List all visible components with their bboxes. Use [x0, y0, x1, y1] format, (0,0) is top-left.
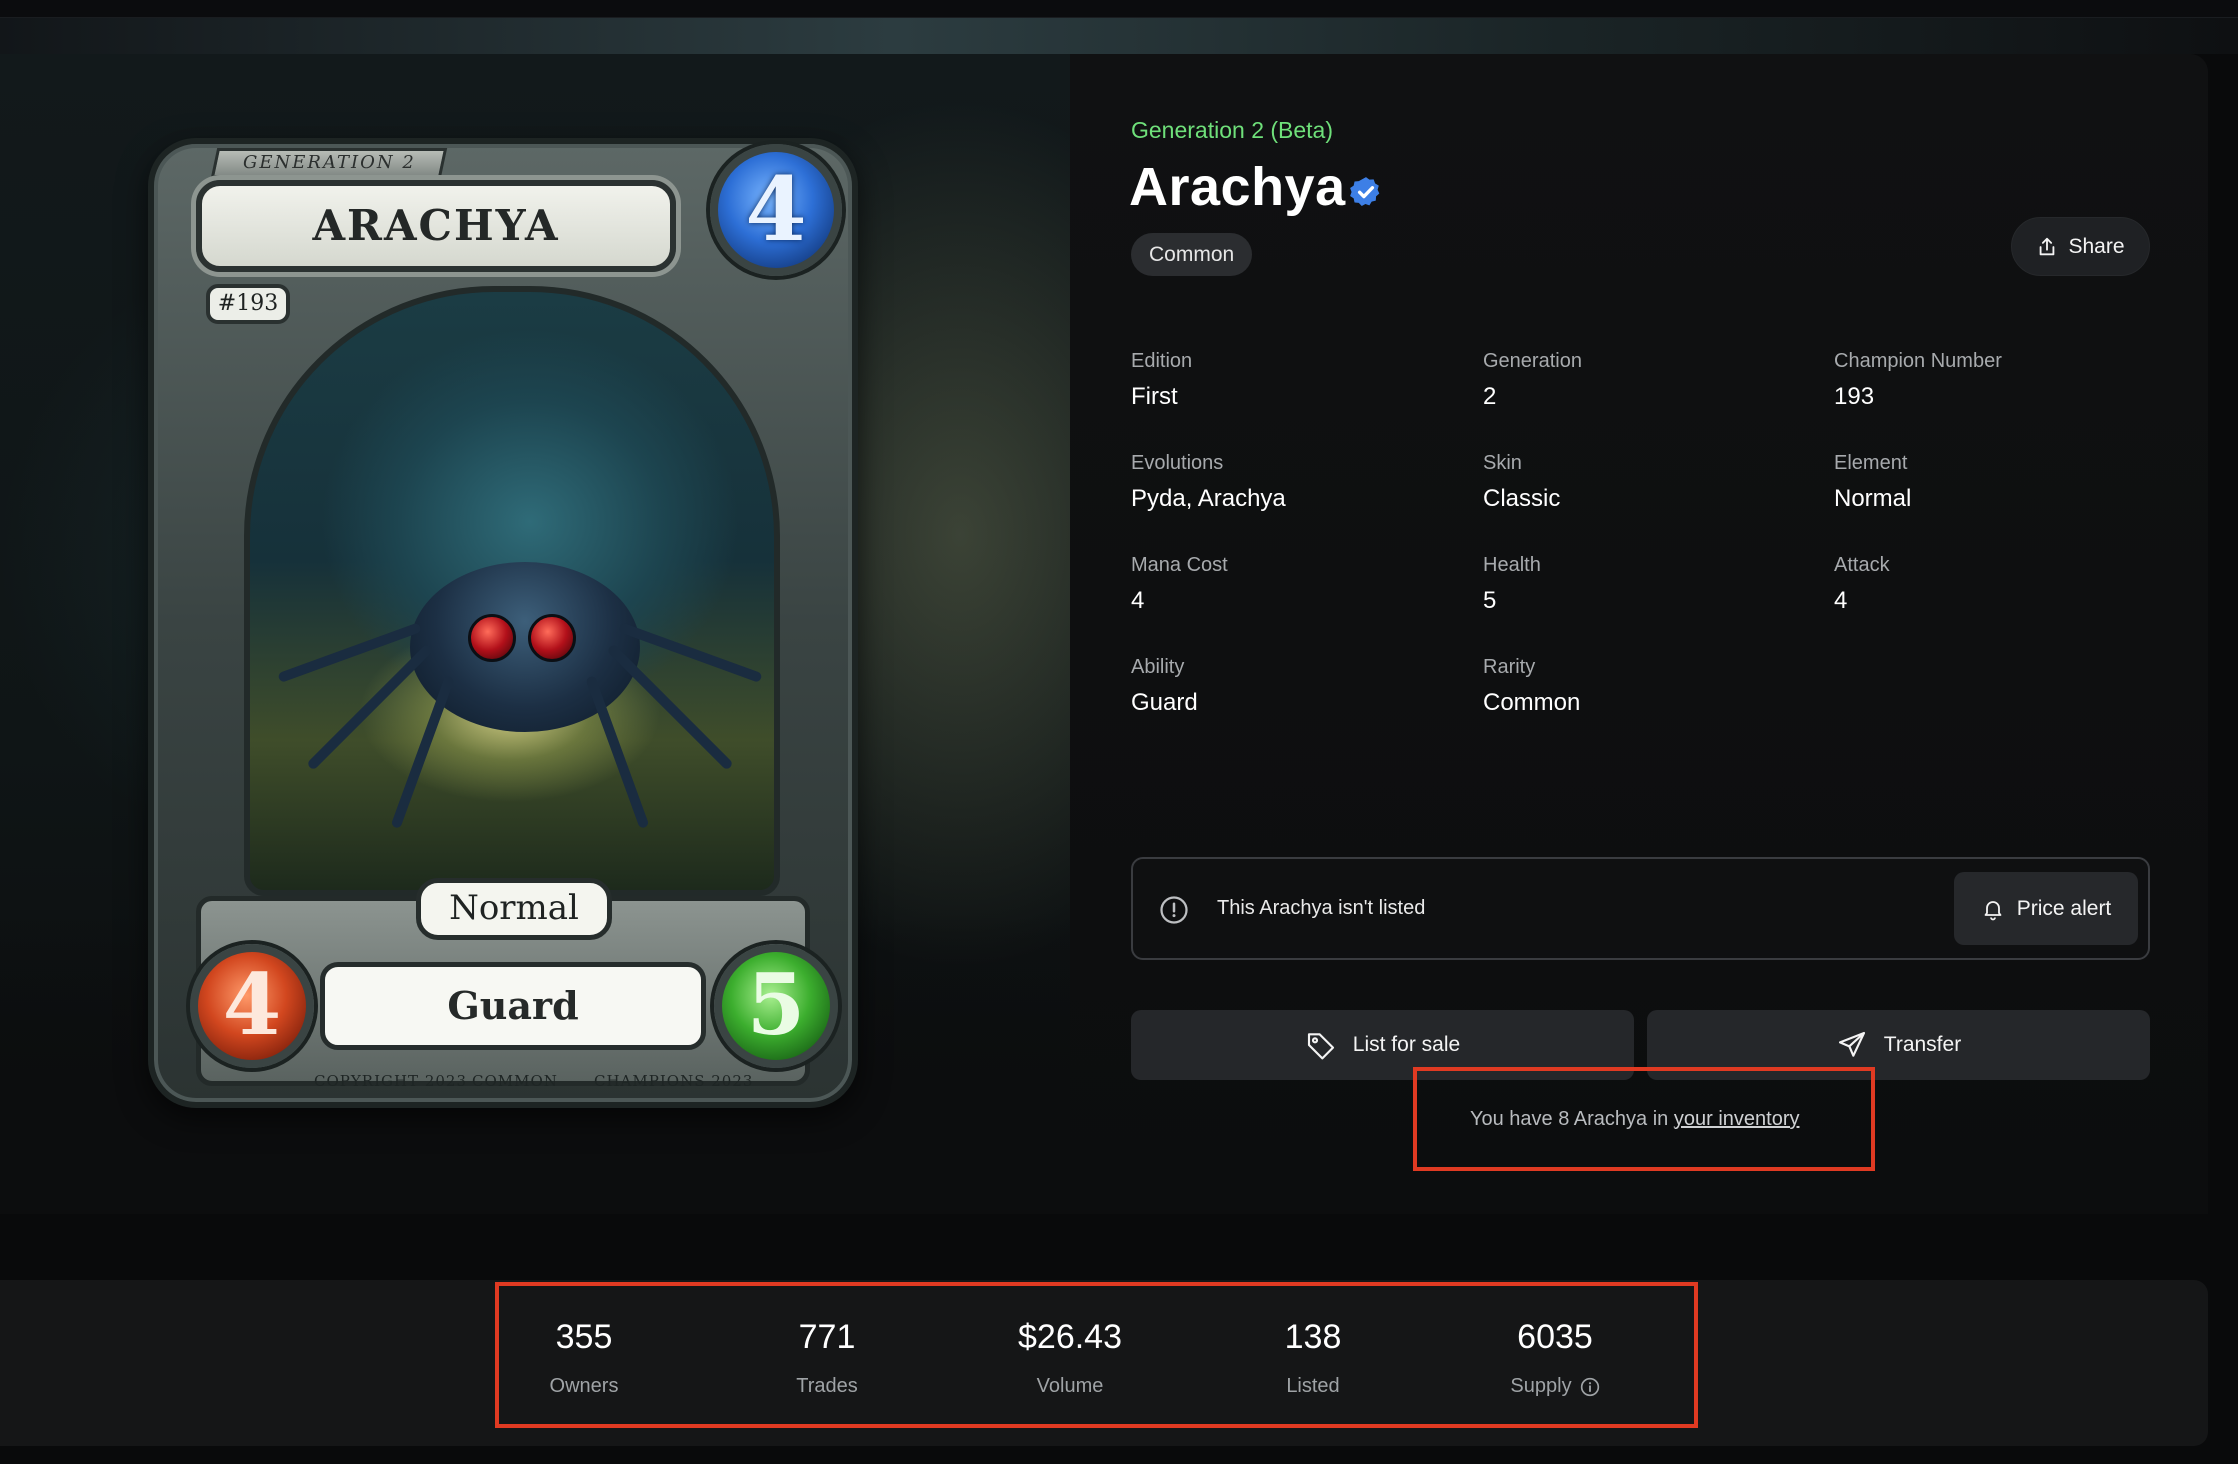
highlight-box: [495, 1282, 1698, 1428]
attr-label: Generation: [1483, 350, 1582, 372]
highlight-box: [1413, 1067, 1875, 1171]
card-artwork: [244, 286, 780, 896]
attr-value: 4: [1834, 587, 1848, 614]
card-mana-gem: 4: [710, 144, 842, 276]
attr-label: Element: [1834, 452, 1908, 474]
attr-label: Evolutions: [1131, 452, 1224, 474]
spider-leg: [585, 675, 650, 830]
attr-value: Classic: [1483, 485, 1561, 512]
spider-eye: [528, 614, 576, 662]
not-listed-message: This Arachya isn't listed: [1217, 897, 1426, 919]
attr-mana-cost: Mana Cost 4: [1131, 554, 1228, 615]
card-rarity-footer: COMMON: [472, 1072, 558, 1090]
page-title: Arachya: [1129, 157, 1346, 217]
card-copyright: COPYRIGHT 2023: [314, 1072, 467, 1090]
bell-icon: [1984, 900, 2002, 920]
attr-generation: Generation 2: [1483, 350, 1582, 411]
attr-value: 2: [1483, 383, 1497, 410]
top-bar: [0, 0, 2238, 18]
share-label: Share: [2068, 234, 2125, 258]
top-glow-strip: [0, 18, 2238, 54]
attr-label: Attack: [1834, 554, 1890, 576]
attr-champion-number: Champion Number 193: [1834, 350, 2002, 411]
attr-label: Rarity: [1483, 656, 1536, 678]
attr-ability: Ability Guard: [1131, 656, 1198, 717]
attr-label: Mana Cost: [1131, 554, 1228, 576]
attr-value: Common: [1483, 689, 1581, 716]
attr-value: 5: [1483, 587, 1497, 614]
card-element-type: Normal: [416, 878, 612, 940]
listing-status-box: This Arachya isn't listed Price alert: [1131, 857, 2150, 960]
attr-label: Ability: [1131, 656, 1185, 678]
share-icon: [2040, 237, 2055, 255]
attr-label: Edition: [1131, 350, 1193, 372]
attr-evolutions: Evolutions Pyda, Arachya: [1131, 452, 1286, 513]
price-alert-label: Price alert: [2016, 896, 2112, 920]
info-icon: [1160, 896, 1188, 924]
attr-rarity: Rarity Common: [1483, 656, 1580, 717]
attr-attack: Attack 4: [1834, 554, 1890, 615]
card-generation-banner: GENERATION 2: [210, 148, 448, 178]
attr-value: Normal: [1834, 485, 1912, 512]
attr-value: 4: [1131, 587, 1145, 614]
verified-badge-icon: [1350, 177, 1380, 207]
card-health-gem: 5: [714, 944, 838, 1068]
card-series-footer: CHAMPIONS 2023: [594, 1072, 754, 1090]
spider-eye: [468, 614, 516, 662]
attr-label: Champion Number: [1834, 350, 2002, 372]
spider-leg: [390, 675, 455, 830]
attr-element: Element Normal: [1834, 452, 1911, 513]
transfer-label: Transfer: [1883, 1033, 1962, 1056]
tag-icon: [1307, 1033, 1334, 1060]
rarity-badge: Common: [1131, 233, 1253, 276]
card-name: ARACHYA: [196, 180, 676, 272]
card-ability: Guard: [320, 962, 706, 1050]
card-attack-gem: 4: [190, 944, 314, 1068]
card-number: #193: [206, 284, 290, 324]
attr-health: Health 5: [1483, 554, 1541, 615]
price-alert-button[interactable]: Price alert: [1954, 872, 2138, 945]
generation-label: Generation 2 (Beta): [1131, 117, 1334, 143]
attr-value: Pyda, Arachya: [1131, 485, 1286, 512]
attr-edition: Edition First: [1131, 350, 1192, 411]
list-for-sale-label: List for sale: [1352, 1033, 1461, 1056]
share-button[interactable]: Share: [2011, 217, 2150, 276]
send-icon: [1838, 1031, 1865, 1057]
attr-label: Skin: [1483, 452, 1522, 474]
attr-value: Guard: [1131, 689, 1198, 716]
attr-value: 193: [1834, 383, 1875, 410]
attr-value: First: [1131, 383, 1178, 410]
attr-skin: Skin Classic: [1483, 452, 1560, 513]
attr-label: Health: [1483, 554, 1541, 576]
champion-card: GENERATION 2 ARACHYA 4 #193 Normal Guard…: [148, 138, 858, 1108]
